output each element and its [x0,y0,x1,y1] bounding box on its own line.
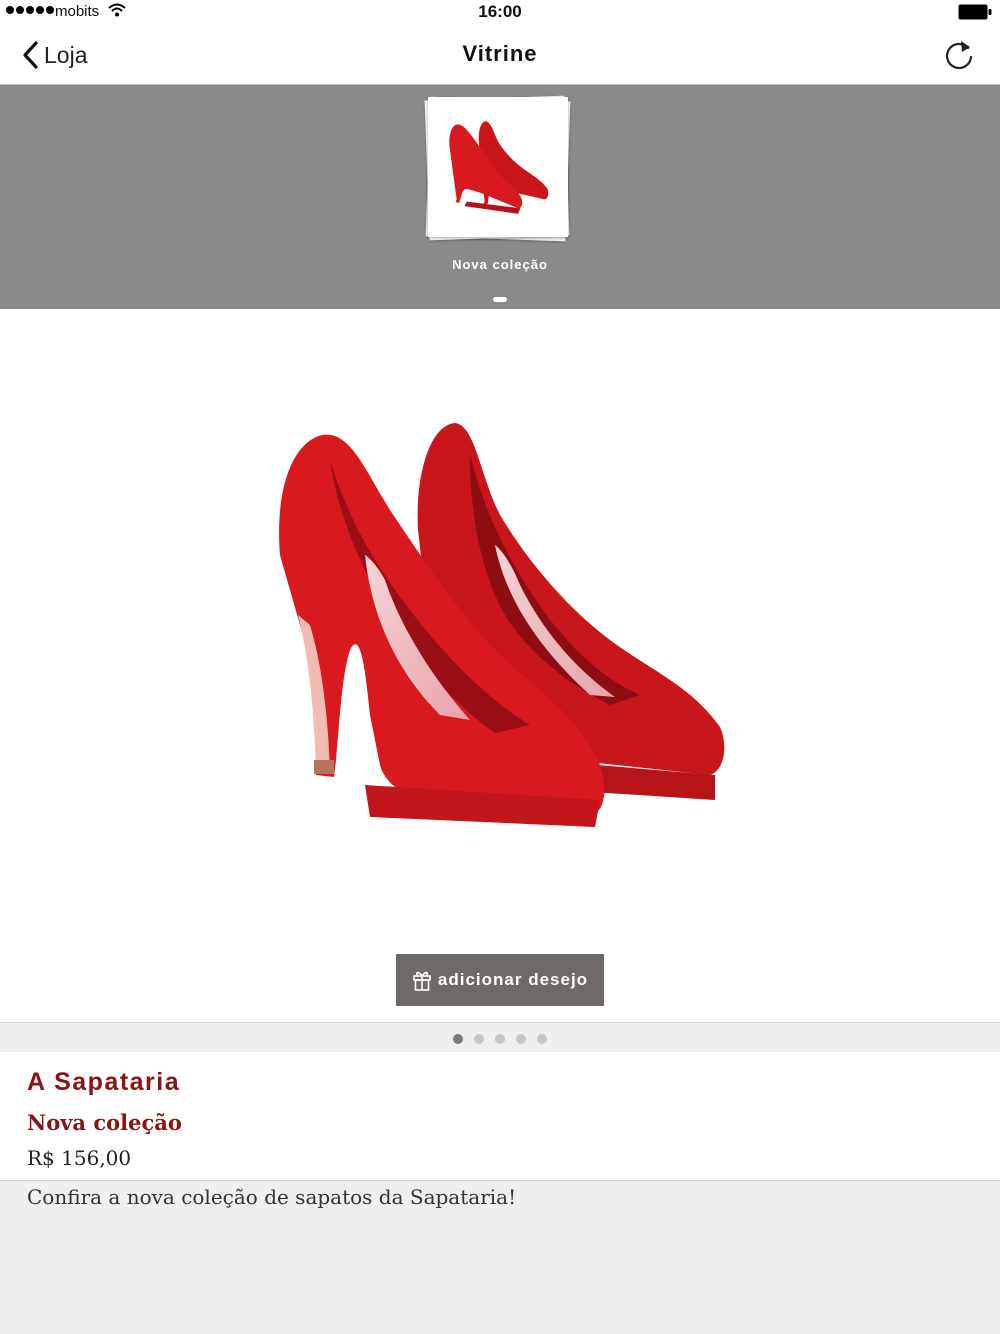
status-time: 16:00 [478,2,522,21]
add-wish-label: adicionar desejo [437,970,589,989]
navigation-bar: Loja Vitrine [0,24,1000,85]
pager-dot-4[interactable] [516,1034,526,1044]
product-price: R$ 156,00 [27,1146,132,1170]
product-image-red-pumps[interactable] [270,415,730,845]
product-display: adicionar desejo [0,310,1000,1022]
description-area: Confira a nova coleção de sapatos da Sap… [0,1181,1000,1334]
refresh-icon[interactable] [942,38,976,72]
image-pager [0,1022,1000,1053]
pager-dot-5[interactable] [537,1034,547,1044]
pager-dot-1[interactable] [453,1034,463,1044]
add-wish-button[interactable]: adicionar desejo [396,954,604,1006]
pager-dot-3[interactable] [495,1034,505,1044]
battery-icon [958,4,992,20]
red-shoes-thumbnail [449,121,549,214]
store-name: A Sapataria [27,1068,181,1096]
pager-dot-2[interactable] [474,1034,484,1044]
gift-icon [413,971,431,991]
category-card-nova-colecao[interactable] [424,95,574,245]
category-thumbnail [428,97,568,237]
product-description: Confira a nova coleção de sapatos da Sap… [27,1185,517,1209]
page-title: Vitrine [462,41,538,66]
product-info: A Sapataria Nova coleção R$ 156,00 [0,1052,1000,1181]
category-strip: Nova coleção [0,85,1000,309]
category-label: Nova coleção [452,257,548,272]
status-bar: mobits 16:00 [0,0,1000,24]
product-title: Nova coleção [27,1110,182,1135]
strip-page-indicator [493,297,507,302]
